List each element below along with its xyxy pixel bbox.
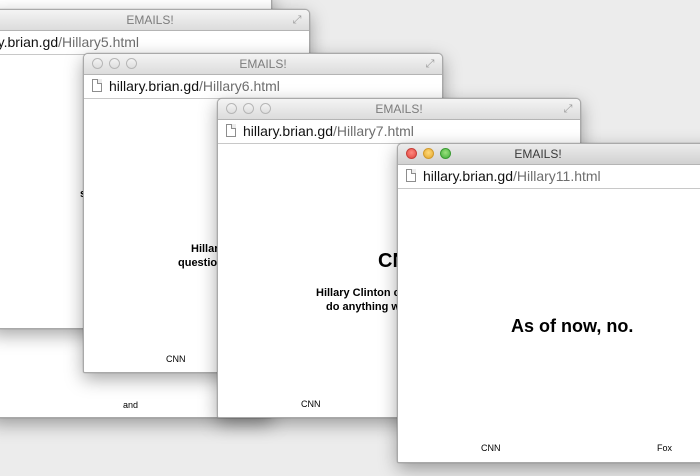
url-text[interactable]: ry.brian.gd/Hillary5.html: [0, 34, 139, 50]
window-title: EMAILS!: [126, 13, 174, 27]
url-bar[interactable]: ry.brian.gd/Hillary5.html: [0, 31, 309, 55]
footer-source-fox: Fox: [657, 443, 673, 453]
url-bar[interactable]: hillary.brian.gd/Hillary7.html: [218, 120, 580, 144]
page-content: As of now, no. CNN Fox: [398, 189, 700, 462]
url-domain: hillary.brian.gd: [109, 78, 200, 94]
url-bar[interactable]: hillary.brian.gd/Hillary11.html: [398, 165, 700, 189]
url-text[interactable]: hillary.brian.gd/Hillary11.html: [423, 168, 601, 184]
title-bar[interactable]: EMAILS!: [398, 144, 700, 165]
headline-line-1: Hillar: [191, 243, 219, 255]
fullscreen-icon[interactable]: ⤢: [424, 58, 436, 70]
url-bar[interactable]: hillary.brian.gd/Hillary6.html: [84, 75, 442, 99]
title-bar[interactable]: EMAILS! ⤢: [84, 54, 442, 75]
page-icon: [92, 79, 102, 92]
url-domain: ry.brian.gd: [0, 34, 59, 50]
url-domain: hillary.brian.gd: [243, 123, 334, 139]
footer-source-cnn: CNN: [481, 443, 501, 453]
url-path: /Hillary6.html: [199, 78, 280, 94]
window-title: EMAILS!: [514, 147, 562, 161]
url-text[interactable]: hillary.brian.gd/Hillary6.html: [109, 78, 280, 94]
url-domain: hillary.brian.gd: [423, 168, 514, 184]
url-path: /Hillary5.html: [58, 34, 140, 50]
fullscreen-icon[interactable]: ⤢: [291, 14, 303, 26]
browser-window-hillary11[interactable]: EMAILS! hillary.brian.gd/Hillary11.html …: [397, 143, 700, 463]
headline-line-2: questio: [178, 257, 218, 269]
title-bar[interactable]: EMAILS! ⤢: [218, 99, 580, 120]
footer-source-cnn: CNN: [301, 399, 321, 409]
page-icon: [406, 169, 416, 182]
footer-source-cnn: CNN: [166, 354, 186, 364]
body-line-1: Hillary Clinton c: [316, 287, 400, 299]
window-title: EMAILS!: [375, 102, 423, 116]
url-path: /Hillary11.html: [513, 168, 601, 184]
footer-and-text: and: [123, 400, 139, 410]
body-line-2: do anything w: [326, 301, 400, 313]
fullscreen-icon[interactable]: ⤢: [562, 103, 574, 115]
title-bar[interactable]: EMAILS! ⤢: [0, 10, 309, 31]
headline: As of now, no.: [511, 316, 634, 336]
url-text[interactable]: hillary.brian.gd/Hillary7.html: [243, 123, 414, 139]
window-title: EMAILS!: [239, 57, 287, 71]
page-icon: [226, 124, 236, 137]
url-path: /Hillary7.html: [333, 123, 414, 139]
